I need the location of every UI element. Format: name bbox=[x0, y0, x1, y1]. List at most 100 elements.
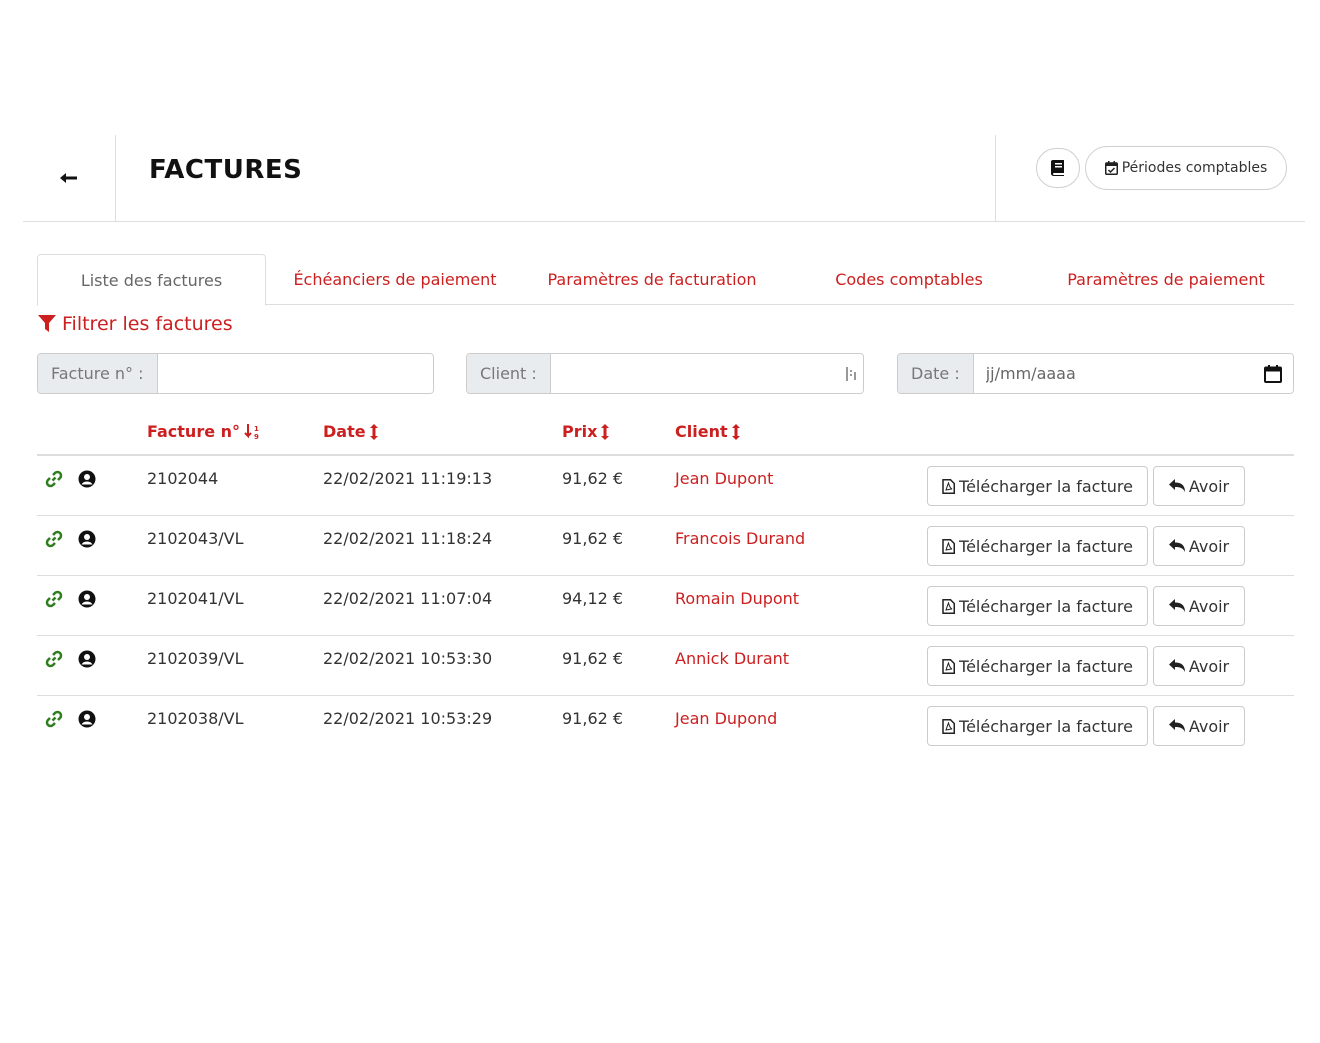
tab-bar: Liste des factures Échéanciers de paieme… bbox=[37, 254, 1294, 306]
arrow-left-icon bbox=[60, 173, 77, 183]
invoice-date: 22/02/2021 11:19:13 bbox=[323, 469, 493, 488]
column-date-label: Date bbox=[323, 422, 366, 441]
invoice-number: 2102043/VL bbox=[147, 529, 244, 548]
credit-note-button[interactable]: Avoir bbox=[1153, 526, 1245, 566]
credit-note-label: Avoir bbox=[1188, 656, 1230, 676]
client-filter-input[interactable] bbox=[550, 354, 839, 393]
column-price-label: Prix bbox=[562, 422, 598, 441]
credit-note-button[interactable]: Avoir bbox=[1153, 646, 1245, 686]
invoice-date: 22/02/2021 10:53:29 bbox=[323, 709, 493, 728]
book-icon bbox=[1051, 160, 1064, 176]
filter-icon bbox=[38, 315, 56, 332]
reply-icon bbox=[1168, 659, 1185, 672]
column-invoice-number[interactable]: Facture n° 19 bbox=[147, 422, 262, 441]
tab-payment-schedules[interactable]: Échéanciers de paiement bbox=[282, 254, 508, 305]
tab-payment-settings[interactable]: Paramètres de paiement bbox=[1057, 254, 1275, 305]
user-circle-icon[interactable] bbox=[78, 710, 96, 728]
link-icon[interactable] bbox=[45, 590, 63, 608]
download-invoice-button[interactable]: Télécharger la facture bbox=[927, 646, 1148, 686]
link-icon[interactable] bbox=[45, 470, 63, 488]
table-header: Facture n° 19 Date Prix Client bbox=[37, 410, 1294, 456]
download-invoice-button[interactable]: Télécharger la facture bbox=[927, 466, 1148, 506]
credit-note-label: Avoir bbox=[1188, 476, 1230, 496]
client-link[interactable]: Jean Dupond bbox=[675, 709, 777, 728]
client-filter-group: Client : bbox=[466, 353, 864, 394]
calendar-icon[interactable] bbox=[1253, 354, 1293, 393]
download-invoice-label: Télécharger la facture bbox=[959, 596, 1133, 616]
credit-note-label: Avoir bbox=[1188, 716, 1230, 736]
client-link[interactable]: Jean Dupont bbox=[675, 469, 773, 488]
credit-note-button[interactable]: Avoir bbox=[1153, 586, 1245, 626]
download-invoice-label: Télécharger la facture bbox=[959, 476, 1133, 496]
invoice-date: 22/02/2021 10:53:30 bbox=[323, 649, 493, 668]
accounting-periods-button[interactable]: Périodes comptables bbox=[1085, 146, 1287, 190]
sort-icon bbox=[731, 423, 740, 440]
credit-note-label: Avoir bbox=[1188, 596, 1230, 616]
table-row: 2102038/VL 22/02/2021 10:53:29 91,62 € J… bbox=[37, 696, 1294, 756]
invoice-date: 22/02/2021 11:18:24 bbox=[323, 529, 493, 548]
download-invoice-button[interactable]: Télécharger la facture bbox=[927, 706, 1148, 746]
date-filter-group: Date : bbox=[897, 353, 1294, 394]
invoice-price: 91,62 € bbox=[562, 529, 624, 548]
download-invoice-button[interactable]: Télécharger la facture bbox=[927, 586, 1148, 626]
column-price[interactable]: Prix bbox=[562, 422, 610, 441]
reply-icon bbox=[1168, 719, 1185, 732]
date-filter-input[interactable] bbox=[973, 354, 1253, 393]
invoice-number: 2102044 bbox=[147, 469, 219, 488]
credit-note-button[interactable]: Avoir bbox=[1153, 706, 1245, 746]
table-row: 2102039/VL 22/02/2021 10:53:30 91,62 € A… bbox=[37, 636, 1294, 696]
header-actions: Périodes comptables bbox=[995, 135, 1305, 221]
date-filter-label: Date : bbox=[898, 354, 974, 393]
file-pdf-icon bbox=[942, 718, 956, 734]
reply-icon bbox=[1168, 599, 1185, 612]
invoice-price: 91,62 € bbox=[562, 649, 624, 668]
column-date[interactable]: Date bbox=[323, 422, 378, 441]
filter-toggle[interactable]: Filtrer les factures bbox=[38, 313, 233, 335]
sort-desc-icon: 19 bbox=[244, 423, 259, 440]
download-invoice-button[interactable]: Télécharger la facture bbox=[927, 526, 1148, 566]
invoice-price: 91,62 € bbox=[562, 709, 624, 728]
tab-billing-settings[interactable]: Paramètres de facturation bbox=[537, 254, 767, 305]
column-client[interactable]: Client bbox=[675, 422, 740, 441]
svg-text:1: 1 bbox=[254, 425, 259, 433]
file-pdf-icon bbox=[942, 478, 956, 494]
invoice-filter-input[interactable] bbox=[157, 354, 433, 393]
accounting-periods-label: Périodes comptables bbox=[1121, 160, 1268, 176]
autocomplete-grip-icon[interactable] bbox=[839, 354, 863, 393]
tab-invoice-list[interactable]: Liste des factures bbox=[37, 254, 266, 306]
client-link[interactable]: Francois Durand bbox=[675, 529, 805, 548]
invoice-filter-group: Facture n° : bbox=[37, 353, 434, 394]
book-button[interactable] bbox=[1036, 148, 1080, 188]
download-invoice-label: Télécharger la facture bbox=[959, 716, 1133, 736]
invoice-number: 2102039/VL bbox=[147, 649, 244, 668]
link-icon[interactable] bbox=[45, 710, 63, 728]
download-invoice-label: Télécharger la facture bbox=[959, 656, 1133, 676]
client-link[interactable]: Annick Durant bbox=[675, 649, 789, 668]
user-circle-icon[interactable] bbox=[78, 650, 96, 668]
link-icon[interactable] bbox=[45, 530, 63, 548]
file-pdf-icon bbox=[942, 538, 956, 554]
user-circle-icon[interactable] bbox=[78, 590, 96, 608]
column-invoice-label: Facture n° bbox=[147, 422, 241, 441]
tab-accounting-codes[interactable]: Codes comptables bbox=[824, 254, 994, 305]
svg-text:9: 9 bbox=[254, 433, 259, 440]
page-title: FACTURES bbox=[149, 155, 303, 185]
column-client-label: Client bbox=[675, 422, 728, 441]
invoice-filter-label: Facture n° : bbox=[38, 354, 158, 393]
back-button[interactable] bbox=[23, 135, 116, 221]
invoice-number: 2102041/VL bbox=[147, 589, 244, 608]
file-pdf-icon bbox=[942, 598, 956, 614]
filter-title-label: Filtrer les factures bbox=[62, 313, 233, 335]
invoice-price: 91,62 € bbox=[562, 469, 624, 488]
link-icon[interactable] bbox=[45, 650, 63, 668]
user-circle-icon[interactable] bbox=[78, 530, 96, 548]
credit-note-label: Avoir bbox=[1188, 536, 1230, 556]
client-filter-label: Client : bbox=[467, 354, 551, 393]
table-row: 2102044 22/02/2021 11:19:13 91,62 € Jean… bbox=[37, 456, 1294, 516]
user-circle-icon[interactable] bbox=[78, 470, 96, 488]
table-row: 2102041/VL 22/02/2021 11:07:04 94,12 € R… bbox=[37, 576, 1294, 636]
sort-icon bbox=[601, 423, 610, 440]
invoice-price: 94,12 € bbox=[562, 589, 624, 608]
credit-note-button[interactable]: Avoir bbox=[1153, 466, 1245, 506]
client-link[interactable]: Romain Dupont bbox=[675, 589, 799, 608]
